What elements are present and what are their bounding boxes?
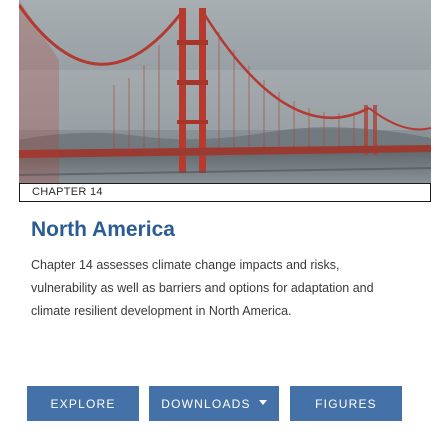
hero-image (19, 0, 431, 183)
chapter-title: North America (31, 218, 175, 241)
downloads-button-label: DOWNLOADS (161, 396, 251, 411)
chapter-card: CHAPTER 14 North America Chapter 14 asse… (0, 0, 448, 448)
explore-button-label: EXPLORE (50, 396, 116, 411)
figures-button[interactable]: FIGURES (290, 386, 402, 421)
caret-down-icon (258, 400, 267, 405)
chapter-description: Chapter 14 assesses climate change impac… (31, 258, 374, 318)
chapter-label-box: CHAPTER 14 (19, 183, 431, 202)
explore-button[interactable]: EXPLORE (27, 386, 139, 421)
golden-gate-bridge-image (19, 0, 431, 183)
figures-button-label: FIGURES (315, 396, 377, 411)
chapter-label: CHAPTER 14 (32, 186, 103, 198)
downloads-button[interactable]: DOWNLOADS (149, 386, 279, 421)
